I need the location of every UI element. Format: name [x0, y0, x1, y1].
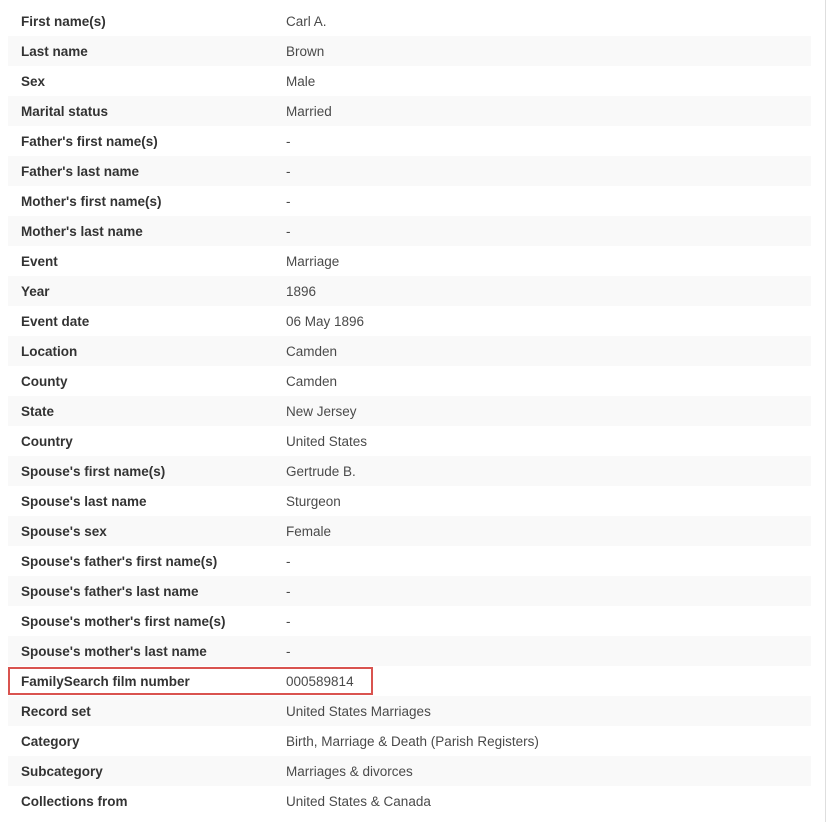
- row-spouses-first-name: Spouse's first name(s) Gertrude B.: [8, 456, 811, 486]
- row-fathers-last-name: Father's last name -: [8, 156, 811, 186]
- field-value: Camden: [286, 343, 338, 359]
- field-value: United States: [286, 433, 368, 449]
- field-label: Sex: [21, 73, 46, 89]
- field-value: Carl A.: [286, 13, 327, 29]
- field-value: Married: [286, 103, 332, 119]
- field-label: Mother's first name(s): [21, 193, 162, 209]
- field-label: State: [21, 403, 55, 419]
- field-label: Father's first name(s): [21, 133, 158, 149]
- field-label: Spouse's first name(s): [21, 463, 166, 479]
- row-spouses-fathers-last-name: Spouse's father's last name -: [8, 576, 811, 606]
- row-familysearch-film-number: FamilySearch film number 000589814: [8, 666, 811, 696]
- field-label: Location: [21, 343, 78, 359]
- field-label: Record set: [21, 703, 91, 719]
- row-sex: Sex Male: [8, 66, 811, 96]
- field-value: -: [286, 133, 291, 149]
- field-label: Year: [21, 283, 50, 299]
- field-label: Marital status: [21, 103, 109, 119]
- field-label: Event date: [21, 313, 90, 329]
- field-value: -: [286, 553, 291, 569]
- field-label: Father's last name: [21, 163, 140, 179]
- field-label: Country: [21, 433, 73, 449]
- row-year: Year 1896: [8, 276, 811, 306]
- field-label: Spouse's sex: [21, 523, 107, 539]
- field-value: United States Marriages: [286, 703, 431, 719]
- field-value: -: [286, 613, 291, 629]
- field-value: Birth, Marriage & Death (Parish Register…: [286, 733, 539, 749]
- field-label: Spouse's mother's last name: [21, 643, 207, 659]
- field-label: Mother's last name: [21, 223, 143, 239]
- field-value: Female: [286, 523, 332, 539]
- row-spouses-mothers-first-name: Spouse's mother's first name(s) -: [8, 606, 811, 636]
- row-county: County Camden: [8, 366, 811, 396]
- row-spouses-sex: Spouse's sex Female: [8, 516, 811, 546]
- field-label: Collections from: [21, 793, 128, 809]
- field-value: Gertrude B.: [286, 463, 356, 479]
- row-mothers-first-name: Mother's first name(s) -: [8, 186, 811, 216]
- field-value: -: [286, 223, 291, 239]
- field-value: Male: [286, 73, 316, 89]
- field-value: United States & Canada: [286, 793, 431, 809]
- field-value: 000589814: [286, 673, 354, 689]
- field-value: New Jersey: [286, 403, 357, 419]
- row-spouses-last-name: Spouse's last name Sturgeon: [8, 486, 811, 516]
- field-label: First name(s): [21, 13, 106, 29]
- field-label: FamilySearch film number: [21, 673, 190, 689]
- row-spouses-fathers-first-name: Spouse's father's first name(s) -: [8, 546, 811, 576]
- row-subcategory: Subcategory Marriages & divorces: [8, 756, 811, 786]
- row-event: Event Marriage: [8, 246, 811, 276]
- field-value: -: [286, 583, 291, 599]
- field-value: 1896: [286, 283, 317, 299]
- row-state: State New Jersey: [8, 396, 811, 426]
- field-value: Marriage: [286, 253, 340, 269]
- row-record-set: Record set United States Marriages: [8, 696, 811, 726]
- field-value: 06 May 1896: [286, 313, 365, 329]
- row-mothers-last-name: Mother's last name -: [8, 216, 811, 246]
- field-label: Category: [21, 733, 80, 749]
- field-label: Last name: [21, 43, 88, 59]
- row-fathers-first-name: Father's first name(s) -: [8, 126, 811, 156]
- field-label: Spouse's mother's first name(s): [21, 613, 226, 629]
- field-value: -: [286, 193, 291, 209]
- row-location: Location Camden: [8, 336, 811, 366]
- field-label: Event: [21, 253, 58, 269]
- field-label: Spouse's last name: [21, 493, 147, 509]
- field-label: Subcategory: [21, 763, 103, 779]
- row-category: Category Birth, Marriage & Death (Parish…: [8, 726, 811, 756]
- row-first-name: First name(s) Carl A.: [8, 6, 811, 36]
- row-country: Country United States: [8, 426, 811, 456]
- field-label: County: [21, 373, 68, 389]
- field-value: -: [286, 163, 291, 179]
- field-value: Sturgeon: [286, 493, 341, 509]
- row-collections-from: Collections from United States & Canada: [8, 786, 811, 816]
- field-value: -: [286, 643, 291, 659]
- row-event-date: Event date 06 May 1896: [8, 306, 811, 336]
- field-value: Marriages & divorces: [286, 763, 413, 779]
- field-value: Brown: [286, 43, 325, 59]
- row-marital-status: Marital status Married: [8, 96, 811, 126]
- row-spouses-mothers-last-name: Spouse's mother's last name -: [8, 636, 811, 666]
- record-details-table: First name(s) Carl A. Last name Brown Se…: [8, 6, 811, 816]
- field-label: Spouse's father's first name(s): [21, 553, 218, 569]
- field-label: Spouse's father's last name: [21, 583, 199, 599]
- record-details-panel: First name(s) Carl A. Last name Brown Se…: [0, 0, 826, 822]
- field-value: Camden: [286, 373, 338, 389]
- row-last-name: Last name Brown: [8, 36, 811, 66]
